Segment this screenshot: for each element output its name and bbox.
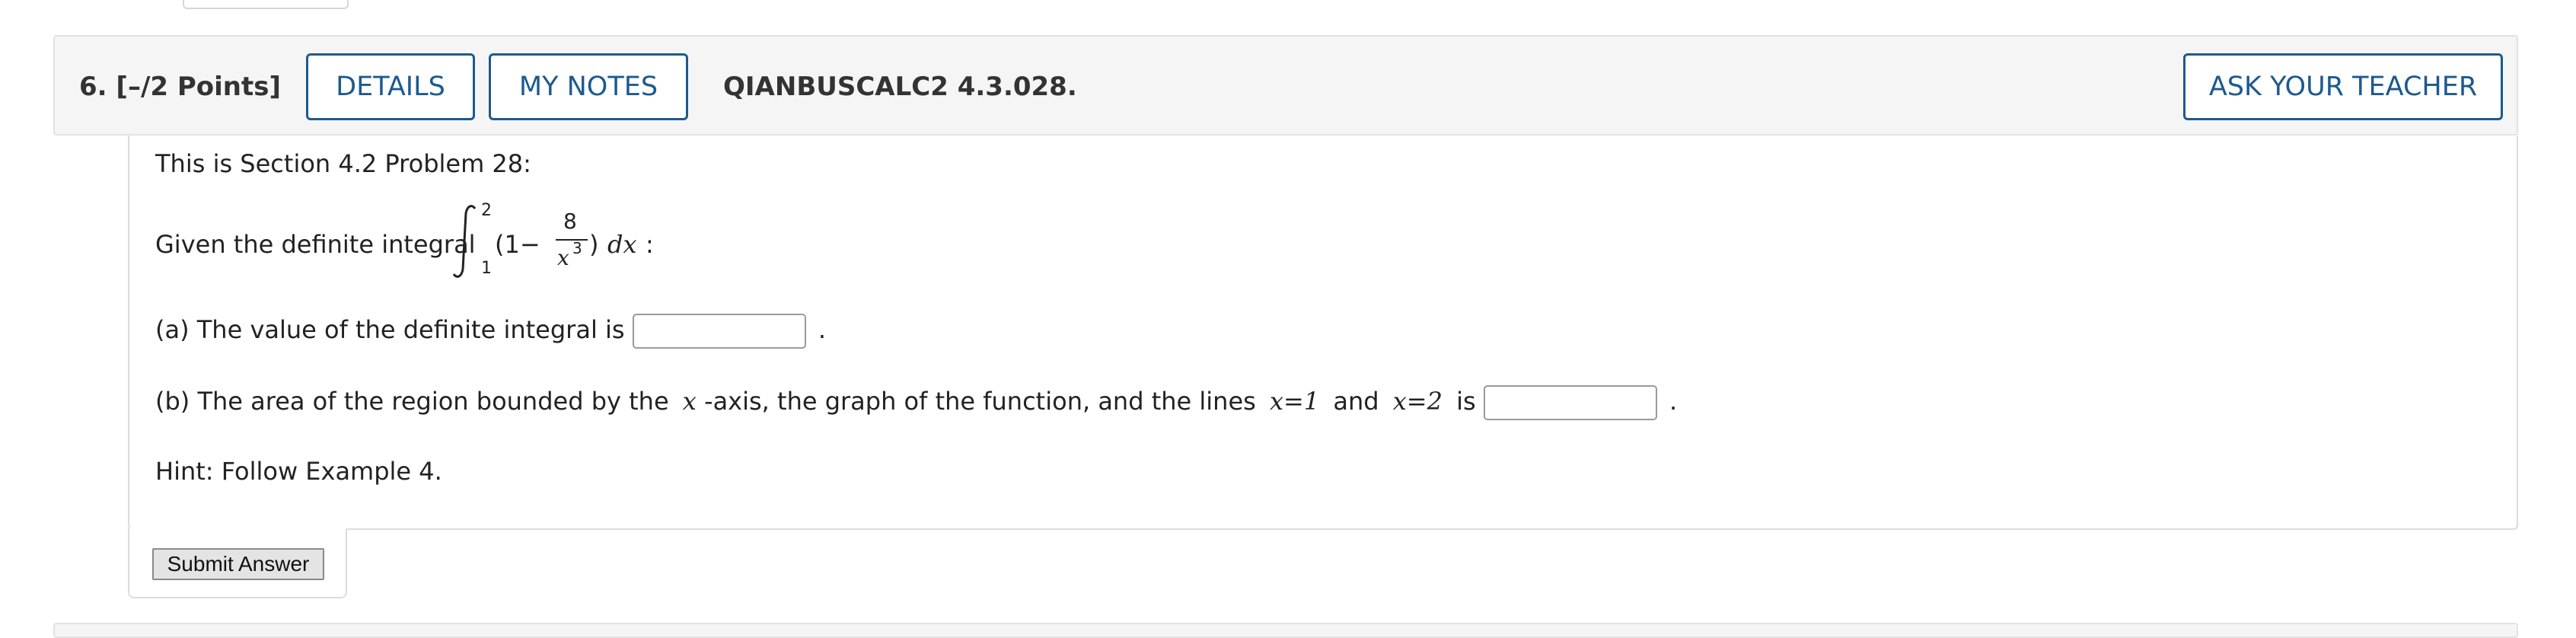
part-b-prefix: (b) The area of the region bounded by th… bbox=[155, 387, 669, 416]
section-intro: This is Section 4.2 Problem 28: bbox=[155, 149, 531, 178]
question-number-points: 6. [–/2 Points] bbox=[79, 72, 282, 102]
given-integral-prefix: Given the definite integral bbox=[155, 230, 476, 259]
details-button[interactable]: DETAILS bbox=[306, 53, 475, 120]
part-a-label: (a) The value of the definite integral i… bbox=[155, 315, 625, 344]
previous-question-tab bbox=[183, 0, 349, 9]
submit-answer-button[interactable]: Submit Answer bbox=[152, 548, 324, 580]
part-b: (b) The area of the region bounded by th… bbox=[155, 385, 1677, 420]
part-b-answer-input[interactable] bbox=[1483, 385, 1657, 420]
part-b-period: . bbox=[1669, 387, 1678, 416]
integral-expression: 2 1 (1− 8 x 3 ) dx : bbox=[449, 201, 784, 285]
integral-colon: : bbox=[646, 230, 654, 259]
my-notes-button[interactable]: MY NOTES bbox=[489, 53, 688, 120]
integrand-exponent: 3 bbox=[572, 239, 582, 257]
question-body: This is Section 4.2 Problem 28: Given th… bbox=[128, 136, 2518, 530]
integrand-numerator: 8 bbox=[563, 209, 577, 234]
part-a-period: . bbox=[818, 315, 827, 344]
part-b-and: and bbox=[1333, 387, 1379, 416]
part-b-is: is bbox=[1456, 387, 1476, 416]
integral-lower-limit: 1 bbox=[481, 259, 492, 278]
part-b-mid: -axis, the graph of the function, and th… bbox=[704, 387, 1256, 416]
integral-upper-limit: 2 bbox=[481, 201, 492, 220]
integral-sign-icon bbox=[452, 205, 477, 278]
integrand-open: (1− bbox=[495, 230, 540, 259]
question-header: 6. [–/2 Points] DETAILS MY NOTES QIANBUS… bbox=[53, 35, 2518, 136]
next-question-header bbox=[53, 623, 2518, 638]
ask-your-teacher-button[interactable]: ASK YOUR TEACHER bbox=[2183, 53, 2503, 120]
integrand-denominator: x bbox=[557, 245, 569, 270]
part-a-answer-input[interactable] bbox=[632, 314, 806, 349]
submit-area: Submit Answer bbox=[128, 528, 347, 598]
part-b-x-variable: x bbox=[682, 387, 697, 416]
hint-text: Hint: Follow Example 4. bbox=[155, 457, 442, 486]
integrand-close: ) bbox=[589, 230, 599, 259]
fraction-bar bbox=[556, 239, 588, 241]
part-b-line-1: x=1 bbox=[1269, 387, 1320, 416]
integral-dx: dx bbox=[607, 230, 637, 259]
part-a: (a) The value of the definite integral i… bbox=[155, 314, 826, 349]
question-code: QIANBUSCALC2 4.3.028. bbox=[723, 72, 1077, 102]
part-b-line-2: x=2 bbox=[1392, 387, 1443, 416]
